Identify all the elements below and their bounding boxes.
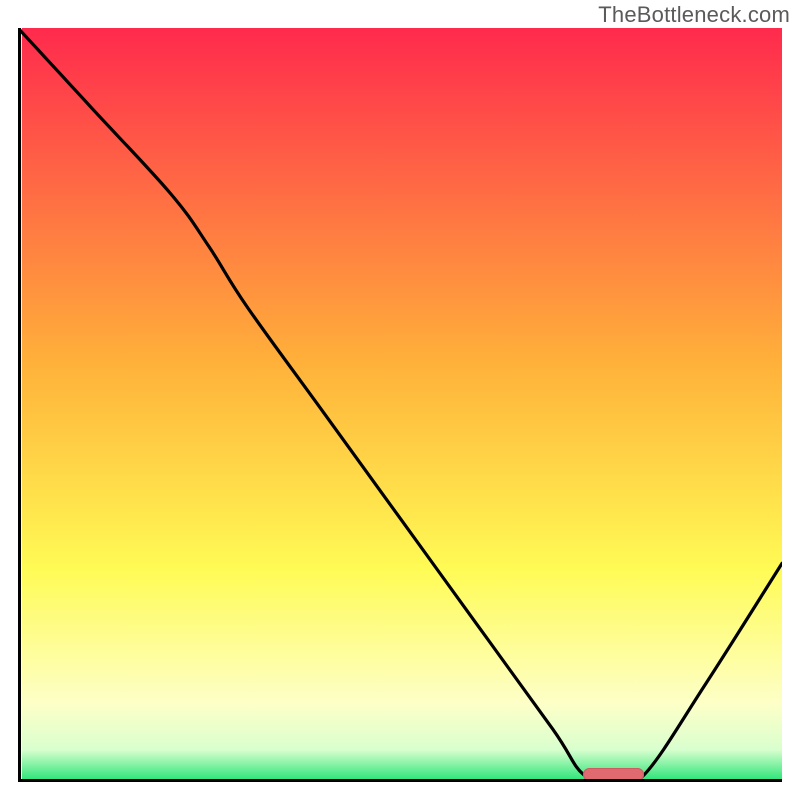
bottleneck-curve (18, 28, 782, 782)
watermark-text: TheBottleneck.com (598, 2, 790, 28)
x-axis (18, 779, 782, 782)
chart-container: TheBottleneck.com (0, 0, 800, 800)
y-axis (18, 28, 21, 782)
plot-area (18, 28, 782, 782)
